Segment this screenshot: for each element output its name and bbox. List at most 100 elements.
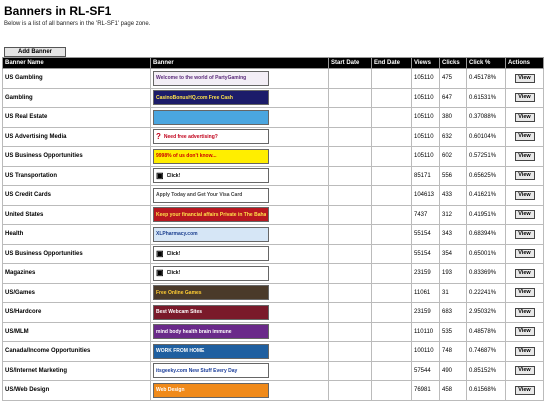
clicks-cell: 343 — [439, 224, 467, 245]
table-body: US Gambling Welcome to the world of Party… — [2, 68, 544, 401]
start-date-cell — [328, 321, 372, 342]
click-pct-cell: 0.48578% — [466, 321, 506, 342]
clicks-cell: 475 — [439, 68, 467, 89]
click-pct-cell: 0.41621% — [466, 185, 506, 206]
banner-image[interactable]: mind body health brain immune — [153, 324, 269, 340]
table-row: US/Games Free Online Games 11061 31 0.22241%… — [2, 282, 544, 303]
add-banner-button[interactable]: Add Banner — [4, 47, 66, 57]
banner-image[interactable]: Web Design — [153, 382, 269, 398]
banner-image[interactable]: ▣ Click! — [153, 246, 269, 262]
banner-image[interactable]: Keep your financial affairs Private in T… — [153, 207, 269, 223]
views-cell: 55154 — [411, 243, 440, 264]
banner-text: Apply Today and Get Your Visa Card — [156, 192, 243, 199]
banner-image[interactable]: ▣ Click! — [153, 265, 269, 281]
banner-image[interactable]: Free Online Games — [153, 285, 269, 301]
view-button[interactable]: View — [514, 288, 535, 298]
click-pct-cell: 0.57251% — [466, 146, 506, 167]
table-row: US Real Estate 105110 380 0.37088% View — [2, 107, 544, 128]
banner-image[interactable]: Best Webcam Sites — [153, 304, 269, 320]
view-button[interactable]: View — [514, 366, 535, 376]
banner-image[interactable]: Welcome to the world of PartyGaming — [153, 70, 269, 86]
view-button[interactable]: View — [514, 229, 535, 239]
end-date-cell — [371, 302, 412, 323]
click-pct-cell: 0.37088% — [466, 107, 506, 128]
click-pct-cell: 0.83369% — [466, 263, 506, 284]
views-cell: 11061 — [411, 282, 440, 303]
view-button[interactable]: View — [514, 171, 535, 181]
start-date-cell — [328, 165, 372, 186]
actions-cell: View — [505, 87, 544, 108]
banner-cell: Best Webcam Sites — [150, 302, 329, 323]
end-date-cell — [371, 243, 412, 264]
banner-image[interactable]: 9998% of us don't know... — [153, 148, 269, 164]
banner-image[interactable]: itsgeeky.com New Stuff Every Day — [153, 363, 269, 379]
actions-cell: View — [505, 263, 544, 284]
banner-image[interactable]: WORK FROM HOME — [153, 343, 269, 359]
banner-image[interactable]: Apply Today and Get Your Visa Card — [153, 187, 269, 203]
banner-text: Welcome to the world of PartyGaming — [156, 75, 247, 82]
header-views: Views — [411, 57, 440, 69]
table-row: US/Hardcore Best Webcam Sites 23159 683 2.95… — [2, 302, 544, 323]
banner-image[interactable] — [153, 109, 269, 125]
banner-cell: 9998% of us don't know... — [150, 146, 329, 167]
view-button[interactable]: View — [514, 93, 535, 103]
clicks-cell: 458 — [439, 380, 467, 401]
view-button[interactable]: View — [514, 132, 535, 142]
clicks-cell: 380 — [439, 107, 467, 128]
end-date-cell — [371, 282, 412, 303]
banner-image[interactable]: XLPharmacy.com — [153, 226, 269, 242]
actions-cell: View — [505, 146, 544, 167]
view-button[interactable]: View — [514, 112, 535, 122]
table-row: United States Keep your financial affairs… — [2, 204, 544, 225]
banner-text: mind body health brain immune — [156, 328, 232, 335]
view-button[interactable]: View — [514, 190, 535, 200]
clicks-cell: 556 — [439, 165, 467, 186]
end-date-cell — [371, 321, 412, 342]
banner-image[interactable]: ▣ Click! — [153, 168, 269, 184]
banner-image[interactable]: ? Need free advertising? — [153, 129, 269, 145]
banner-cell: Keep your financial affairs Private in T… — [150, 204, 329, 225]
banner-text: Need free advertising? — [163, 133, 218, 140]
view-button[interactable]: View — [514, 385, 535, 395]
clicks-cell: 748 — [439, 341, 467, 362]
view-button[interactable]: View — [514, 249, 535, 259]
banner-cell: ▣ Click! — [150, 263, 329, 284]
table-header-row: Banner Name Banner Start Date End Date V… — [2, 57, 544, 69]
clicks-cell: 683 — [439, 302, 467, 323]
views-cell: 104613 — [411, 185, 440, 206]
banner-name-cell: US Business Opportunities — [2, 243, 151, 264]
actions-cell: View — [505, 243, 544, 264]
end-date-cell — [371, 87, 412, 108]
table-row: Health XLPharmacy.com 55154 343 0.68394% View — [2, 224, 544, 245]
banner-cell: Web Design — [150, 380, 329, 401]
start-date-cell — [328, 204, 372, 225]
click-pct-cell: 2.95032% — [466, 302, 506, 323]
click-pct-cell: 0.61568% — [466, 380, 506, 401]
actions-cell: View — [505, 321, 544, 342]
table-row: US/Web Design Web Design 76981 458 0.61568% V… — [2, 380, 544, 401]
view-button[interactable]: View — [514, 268, 535, 278]
banner-image[interactable]: CasinoBonusHQ.com Free Cash — [153, 90, 269, 106]
view-button[interactable]: View — [514, 307, 535, 317]
end-date-cell — [371, 380, 412, 401]
banner-text: WORK FROM HOME — [156, 348, 205, 355]
view-button[interactable]: View — [514, 73, 535, 83]
banner-icon: ? — [156, 131, 161, 141]
banner-name-cell: Gambling — [2, 87, 151, 108]
views-cell: 100110 — [411, 341, 440, 362]
table-row: US/Internet Marketing itsgeeky.com New St… — [2, 360, 544, 381]
banner-cell: mind body health brain immune — [150, 321, 329, 342]
view-button[interactable]: View — [514, 346, 535, 356]
banner-cell: XLPharmacy.com — [150, 224, 329, 245]
end-date-cell — [371, 126, 412, 147]
table-row: US Credit Cards Apply Today and Get Your … — [2, 185, 544, 206]
actions-cell: View — [505, 302, 544, 323]
clicks-cell: 632 — [439, 126, 467, 147]
banner-text: Click! — [166, 250, 181, 257]
start-date-cell — [328, 185, 372, 206]
view-button[interactable]: View — [514, 327, 535, 337]
view-button[interactable]: View — [514, 210, 535, 220]
end-date-cell — [371, 204, 412, 225]
start-date-cell — [328, 282, 372, 303]
view-button[interactable]: View — [514, 151, 535, 161]
